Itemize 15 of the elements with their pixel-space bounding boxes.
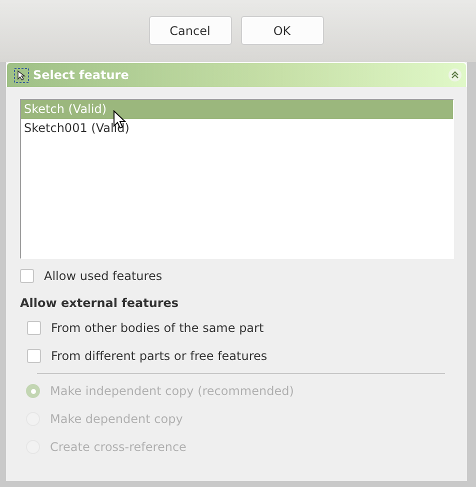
checkbox-label: From other bodies of the same part	[51, 321, 264, 335]
radio-label: Make independent copy (recommended)	[50, 384, 294, 398]
section-heading: Allow external features	[20, 296, 180, 310]
collapse-icon[interactable]	[448, 68, 462, 82]
checkbox[interactable]	[27, 321, 41, 335]
panel-title: Select feature	[33, 68, 130, 82]
checkbox[interactable]	[20, 269, 34, 283]
dialog-button[interactable]: OK	[240, 16, 324, 45]
checkbox-label: Allow used features	[44, 269, 162, 283]
checkbox-label: From different parts or free features	[51, 349, 268, 363]
radio-label: Make dependent copy	[50, 412, 183, 426]
radio-label: Create cross-reference	[50, 440, 186, 454]
dialog-button[interactable]: Cancel	[148, 16, 232, 45]
checkbox[interactable]	[27, 349, 41, 363]
feature-list-item[interactable]: Sketch001 (Valid)	[21, 119, 453, 138]
